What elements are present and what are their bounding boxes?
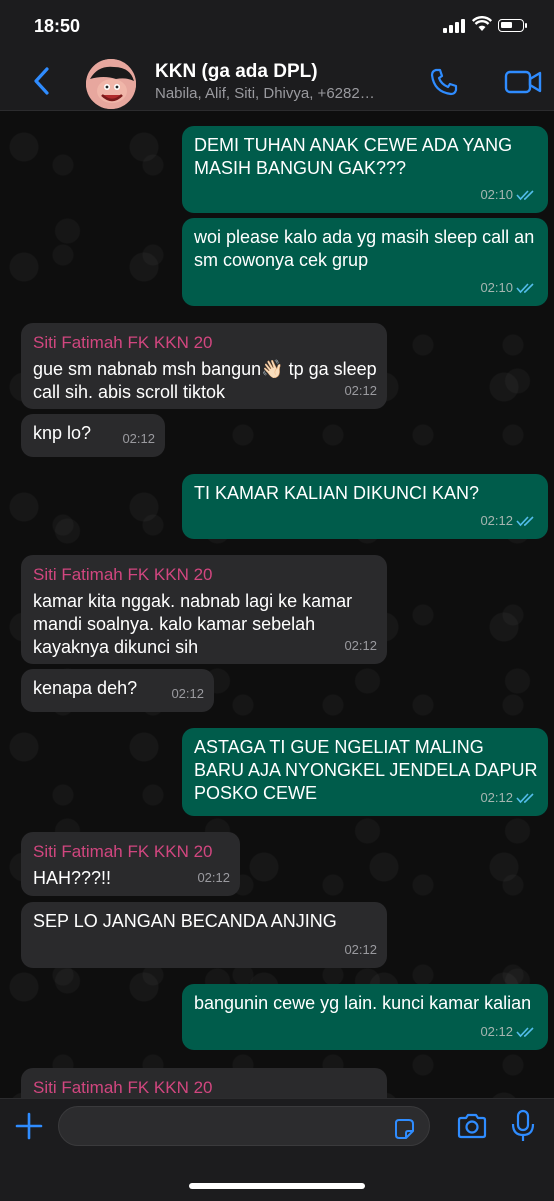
message-bubble-outgoing[interactable]: woi please kalo ada yg masih sleep call … [182, 218, 548, 306]
double-check-icon [516, 792, 534, 803]
message-time: 02:12 [344, 638, 377, 653]
message-text: DEMI TUHAN ANAK CEWE ADA YANG MASIH BANG… [194, 135, 513, 178]
message-text: kamar kita nggak. nabnab lagi ke kamar m… [33, 591, 353, 657]
message-bubble-incoming[interactable]: Siti Fatimah FK KKN 20 HAH???!! 02:12 [21, 832, 240, 896]
chat-members[interactable]: Nabila, Alif, Siti, Dhivya, +6282… [155, 85, 420, 102]
message-bubble-incoming[interactable]: Siti Fatimah FK KKN 20 kamar kita nggak.… [21, 555, 387, 664]
message-time: 02:12 [344, 942, 377, 957]
message-bubble-incoming[interactable]: Siti Fatimah FK KKN 20 gue sm nabnab msh… [21, 323, 387, 409]
double-check-icon [516, 189, 534, 200]
message-bubble-outgoing[interactable]: ASTAGA TI GUE NGELIAT MALING BARU AJA NY… [182, 728, 548, 816]
camera-icon[interactable] [456, 1112, 488, 1140]
message-bubble-incoming[interactable]: knp lo? 02:12 [21, 414, 165, 457]
double-check-icon [516, 282, 534, 293]
group-avatar[interactable] [86, 59, 136, 109]
message-time: 02:10 [480, 280, 513, 295]
message-bubble-incoming[interactable]: Siti Fatimah FK KKN 20 [21, 1068, 387, 1098]
avatar-illustration [86, 59, 136, 109]
sender-name: Siti Fatimah FK KKN 20 [33, 842, 213, 861]
status-time: 18:50 [34, 16, 81, 36]
message-meta: 02:12 [480, 786, 538, 809]
message-bubble-outgoing[interactable]: TI KAMAR KALIAN DIKUNCI KAN? 02:12 [182, 474, 548, 539]
sender-name: Siti Fatimah FK KKN 20 [33, 1078, 213, 1097]
message-text: gue sm nabnab msh bangun👋🏻 tp ga sleep c… [33, 359, 377, 402]
message-text: bangunin cewe yg lain. kunci kamar kalia… [194, 993, 532, 1013]
chat-title[interactable]: KKN (ga ada DPL) [155, 61, 318, 83]
message-bubble-incoming[interactable]: SEP LO JANGAN BECANDA ANJING 02:12 [21, 902, 387, 968]
sticker-icon[interactable] [392, 1117, 416, 1141]
chevron-left-icon[interactable] [28, 66, 58, 96]
message-text: TI KAMAR KALIAN DIKUNCI KAN? [194, 483, 480, 503]
message-text: woi please kalo ada yg masih sleep call … [194, 227, 535, 270]
message-meta: 02:12 [122, 427, 155, 450]
message-bubble-outgoing[interactable]: DEMI TUHAN ANAK CEWE ADA YANG MASIH BANG… [182, 126, 548, 213]
cellular-signal-icon [443, 19, 465, 33]
message-bubble-outgoing[interactable]: bangunin cewe yg lain. kunci kamar kalia… [182, 984, 548, 1050]
home-indicator [189, 1183, 365, 1189]
message-meta: 02:12 [480, 509, 538, 532]
message-meta: 02:10 [480, 183, 538, 206]
message-time: 02:10 [480, 187, 513, 202]
message-time: 02:12 [122, 431, 155, 446]
sender-name: Siti Fatimah FK KKN 20 [33, 333, 213, 352]
message-meta: 02:12 [344, 379, 377, 402]
chat-header: KKN (ga ada DPL) Nabila, Alif, Siti, Dhi… [0, 56, 554, 111]
message-meta: 02:12 [480, 1020, 538, 1043]
sender-name: Siti Fatimah FK KKN 20 [33, 565, 213, 584]
message-meta: 02:10 [480, 276, 538, 299]
phone-icon[interactable] [428, 66, 460, 98]
double-check-icon [516, 515, 534, 526]
video-camera-icon[interactable] [504, 68, 542, 96]
message-meta: 02:12 [344, 938, 377, 961]
message-time: 02:12 [171, 686, 204, 701]
double-check-icon [516, 1026, 534, 1037]
message-time: 02:12 [480, 1024, 513, 1039]
message-input[interactable] [58, 1106, 430, 1146]
wifi-icon [472, 16, 492, 31]
status-bar: 18:50 [0, 0, 554, 56]
message-time: 02:12 [197, 870, 230, 885]
message-time: 02:12 [480, 790, 513, 805]
message-text: SEP LO JANGAN BECANDA ANJING [33, 911, 337, 931]
message-meta: 02:12 [344, 634, 377, 657]
message-meta: 02:12 [171, 682, 204, 705]
message-bubble-incoming[interactable]: kenapa deh? 02:12 [21, 669, 214, 712]
battery-icon [498, 19, 527, 32]
composer-bar [0, 1098, 554, 1201]
microphone-icon[interactable] [510, 1109, 536, 1143]
message-list[interactable]: DEMI TUHAN ANAK CEWE ADA YANG MASIH BANG… [0, 111, 554, 1098]
message-time: 02:12 [344, 383, 377, 398]
message-time: 02:12 [480, 513, 513, 528]
message-meta: 02:12 [197, 866, 230, 889]
plus-icon[interactable] [14, 1111, 44, 1141]
